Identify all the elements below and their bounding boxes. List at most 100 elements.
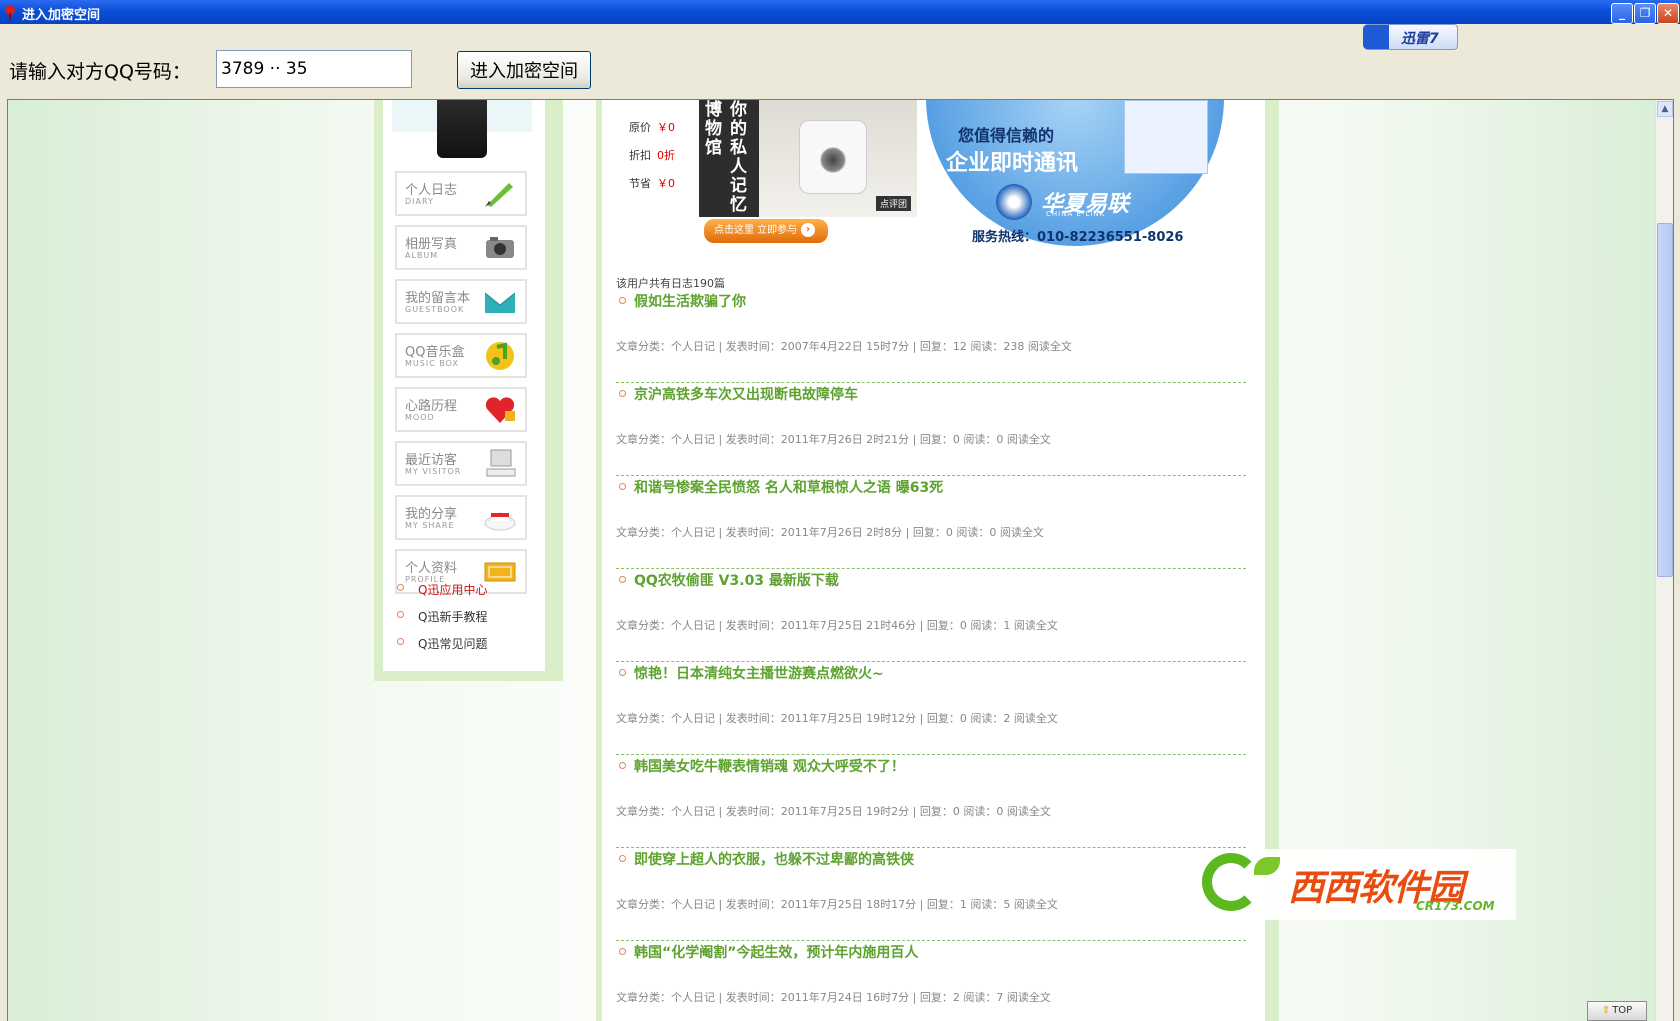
list-item: 惊艳！日本清纯女主播世游赛点燃欲火~ 文章分类：个人日记 | 发表时间：2011… (616, 660, 1246, 755)
article-meta: 文章分类：个人日记 | 发表时间：2007年4月22日 15时7分 | 回复：1… (616, 340, 1072, 353)
article-meta: 文章分类：个人日记 | 发表时间：2011年7月26日 2时21分 | 回复：0… (616, 433, 1051, 446)
sidebar-item-label: 我的分享 (405, 507, 458, 522)
article-meta: 文章分类：个人日记 | 发表时间：2011年7月25日 19时12分 | 回复：… (616, 712, 1058, 725)
qq-number-label: 请输入对方QQ号码： (9, 61, 191, 83)
sidebar-item-sublabel: ALBUM (405, 251, 439, 260)
restore-button[interactable]: ❐ (1634, 3, 1656, 24)
scroll-thumb[interactable] (1657, 223, 1673, 577)
im-ad-banner[interactable]: 您值得信赖的 企业即时通讯 华夏易联 CHINA E-LINK 服务热线：010… (926, 100, 1224, 246)
pen-icon (485, 183, 513, 207)
article-title-link[interactable]: 惊艳！日本清纯女主播世游赛点燃欲火~ (634, 663, 884, 683)
arrow-right-icon: › (801, 223, 816, 237)
sidebar-item-mood[interactable]: 心路历程 MOOD (395, 387, 527, 432)
sidebar: 个人日志 DIARY 相册写真 ALBUM 我的留言本 GUESTBOOK QQ… (374, 100, 563, 681)
price-label: 节省 (629, 177, 651, 190)
join-now-button[interactable]: 点击这里 立即参与 › (704, 219, 828, 243)
avatar (392, 100, 532, 158)
camera-ad-tag: 点评团 (875, 196, 911, 211)
close-button[interactable]: ✕ (1657, 3, 1679, 24)
sidebar-item-guestbook[interactable]: 我的留言本 GUESTBOOK (395, 279, 527, 324)
article-meta: 文章分类：个人日记 | 发表时间：2011年7月25日 18时17分 | 回复：… (616, 898, 1058, 911)
bullet-icon (619, 948, 626, 955)
link-tutorial[interactable]: Q迅新手教程 (397, 608, 487, 635)
list-item: QQ农牧偷匪 V3.03 最新版下载 文章分类：个人日记 | 发表时间：2011… (616, 567, 1246, 662)
list-item: 韩国美女吃牛鞭表情销魂 观众大呼受不了！ 文章分类：个人日记 | 发表时间：20… (616, 753, 1246, 848)
thunder-badge[interactable]: 迅雷7 (1363, 24, 1458, 50)
im-ad-brand-sub: CHINA E-LINK (1046, 210, 1106, 218)
article-meta: 文章分类：个人日记 | 发表时间：2011年7月25日 19时2分 | 回复：0… (616, 805, 1051, 818)
sidebar-links: Q迅应用中心 Q迅新手教程 Q迅常见问题 (397, 581, 487, 662)
price-value: ￥0 (657, 121, 675, 134)
bullet-icon (397, 638, 404, 645)
main-content: 原价 ￥0 折扣 0折 节省 ￥0 你的私人记忆博物馆 点评团 点击这里 立即参与 › … (596, 100, 1279, 1021)
sidebar-item-music-box[interactable]: QQ音乐盒 MUSIC BOX (395, 333, 527, 378)
enter-encrypted-space-button[interactable]: 进入加密空间 (457, 51, 591, 89)
sidebar-item-label: 个人日志 (405, 183, 458, 198)
link-label: Q迅常见问题 (418, 637, 488, 651)
sidebar-item-album[interactable]: 相册写真 ALBUM (395, 225, 527, 270)
sidebar-item-diary[interactable]: 个人日志 DIARY (395, 171, 527, 216)
thunder-badge-label: 迅雷7 (1401, 31, 1439, 47)
sidebar-item-sublabel: DIARY (405, 197, 434, 206)
join-now-label: 点击这里 立即参与 (714, 225, 798, 236)
im-ad-line1: 您值得信赖的 (958, 126, 1055, 145)
title-bar[interactable]: 进入加密空间 _ ❐ ✕ (0, 0, 1680, 24)
article-title-link[interactable]: 韩国美女吃牛鞭表情销魂 观众大呼受不了！ (634, 756, 905, 776)
globe-icon (996, 184, 1032, 220)
bullet-icon (619, 576, 626, 583)
window-title: 进入加密空间 (22, 8, 101, 23)
link-faq[interactable]: Q迅常见问题 (397, 635, 487, 662)
ticket-icon (484, 562, 516, 582)
article-title-link[interactable]: 假如生活欺骗了你 (634, 291, 746, 311)
article-meta: 文章分类：个人日记 | 发表时间：2011年7月25日 21时46分 | 回复：… (616, 619, 1058, 632)
price-saving: 节省 ￥0 (629, 175, 675, 191)
article-title-link[interactable]: 和谐号惨案全民愤怒 名人和草根惊人之语 曝63死 (634, 477, 943, 497)
list-item: 假如生活欺骗了你 文章分类：个人日记 | 发表时间：2007年4月22日 15时… (616, 288, 1246, 383)
list-item: 京沪高铁多车次又出现断电故障停车 文章分类：个人日记 | 发表时间：2011年7… (616, 381, 1246, 476)
sidebar-item-label: 最近访客 (405, 453, 458, 468)
logo-c-icon (1202, 853, 1260, 911)
list-item: 韩国“化学阉割”今起生效，预计年内施用百人 文章分类：个人日记 | 发表时间：2… (616, 939, 1246, 1021)
article-title-link[interactable]: 韩国“化学阉割”今起生效，预计年内施用百人 (634, 942, 918, 962)
camera-ad-text: 你的私人记忆博物馆 (701, 100, 746, 214)
bullet-icon (619, 669, 626, 676)
arrow-up-icon: ⇧ (1601, 1005, 1611, 1016)
article-title-link[interactable]: 京沪高铁多车次又出现断电故障停车 (634, 384, 858, 404)
thunder-bird-icon (1363, 25, 1389, 49)
article-title-link[interactable]: 即使穿上超人的衣服，也躲不过卑鄙的高铁侠 (634, 849, 914, 869)
app-panel-icon (1124, 100, 1208, 174)
sidebar-item-share[interactable]: 我的分享 MY SHARE (395, 495, 527, 540)
article-title-link[interactable]: QQ农牧偷匪 V3.03 最新版下载 (634, 570, 839, 590)
sidebar-item-label: 心路历程 (405, 399, 458, 414)
qq-number-input[interactable] (216, 50, 412, 88)
sidebar-item-visitor[interactable]: 最近访客 MY VISITOR (395, 441, 527, 486)
camera-icon (486, 237, 514, 258)
app-icon (5, 5, 15, 20)
sidebar-item-sublabel: MY SHARE (405, 521, 455, 530)
sidebar-item-sublabel: MY VISITOR (405, 467, 462, 476)
heart-lock-icon (485, 397, 515, 423)
list-item: 即使穿上超人的衣服，也躲不过卑鄙的高铁侠 文章分类：个人日记 | 发表时间：20… (616, 846, 1246, 941)
camera-ad-banner[interactable]: 你的私人记忆博物馆 点评团 (699, 100, 917, 217)
vertical-scrollbar[interactable]: ▲ (1655, 100, 1673, 1021)
sidebar-item-sublabel: MUSIC BOX (405, 359, 459, 368)
price-value: 0折 (657, 149, 675, 162)
list-item: 和谐号惨案全民愤怒 名人和草根惊人之语 曝63死 文章分类：个人日记 | 发表时… (616, 474, 1246, 569)
music-icon (486, 342, 514, 370)
sidebar-item-sublabel: GUESTBOOK (405, 305, 465, 314)
im-ad-hotline: 服务热线：010-82236551-8026 (972, 230, 1184, 245)
watermark-logo: 西西软件园 CR173.COM (1196, 849, 1516, 920)
minimize-button[interactable]: _ (1611, 3, 1633, 24)
article-meta: 文章分类：个人日记 | 发表时间：2011年7月26日 2时8分 | 回复：0 … (616, 526, 1044, 539)
bullet-icon (397, 611, 404, 618)
back-to-top-button[interactable]: ⇧ TOP (1587, 1001, 1647, 1021)
price-label: 折扣 (629, 149, 651, 162)
leaf-icon (1254, 857, 1280, 875)
bullet-icon (619, 483, 626, 490)
bullet-icon (397, 584, 404, 591)
watermark-domain: CR173.COM (1416, 899, 1495, 913)
sidebar-menu: 个人日志 DIARY 相册写真 ALBUM 我的留言本 GUESTBOOK QQ… (395, 171, 527, 603)
scroll-up-button[interactable]: ▲ (1657, 101, 1673, 117)
sidebar-item-label: 个人资料 (405, 561, 458, 576)
link-app-center[interactable]: Q迅应用中心 (397, 581, 487, 608)
